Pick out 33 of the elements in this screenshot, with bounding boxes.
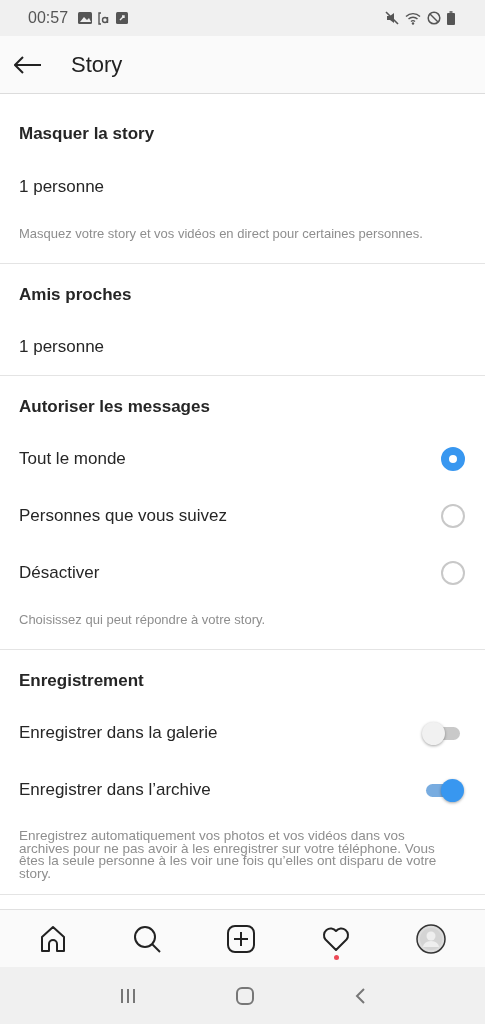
page-title: Story — [71, 51, 123, 78]
option-label: Tout le monde — [19, 448, 126, 469]
section-title: Autoriser les messages — [18, 396, 211, 418]
heart-icon[interactable] — [321, 925, 350, 952]
home-button-icon[interactable] — [235, 985, 256, 1006]
blocked-icon — [427, 11, 441, 25]
home-icon[interactable] — [39, 924, 68, 953]
help-text: Enregistrez automatiquement vos photos et vos vidéos dans vos archives pour ne pas avoir à les enregistrer sur votre téléphone. Vous êtes la seule personne à les voir une fois qu’elles ont disparu de votre story. — [18, 827, 438, 883]
mute-icon — [385, 11, 399, 25]
section-title: Amis proches — [18, 284, 133, 306]
image-icon — [78, 12, 93, 24]
profile-avatar[interactable] — [415, 923, 446, 954]
radio-button[interactable] — [441, 446, 465, 471]
back-icon[interactable] — [353, 986, 366, 1005]
option-label: Désactiver — [19, 562, 100, 583]
section-title: Enregistrement — [18, 670, 145, 692]
help-text: Choisissez qui peut répondre à votre story. — [18, 611, 267, 629]
radio-button[interactable] — [441, 503, 465, 528]
recent-apps-icon[interactable] — [119, 987, 138, 1004]
section-title: Masquer la story — [18, 123, 156, 145]
radio-button[interactable] — [441, 560, 465, 585]
wifi-icon — [405, 11, 421, 25]
option-label: Enregistrer dans la galerie — [19, 722, 218, 743]
option-label: Enregistrer dans l’archive — [19, 779, 211, 800]
battery-icon — [447, 11, 455, 25]
help-text: Masquez votre story et vos vidéos en direct pour certaines personnes. — [18, 225, 424, 243]
add-post-icon[interactable] — [227, 924, 256, 953]
search-icon[interactable] — [133, 924, 162, 953]
app-icon — [116, 12, 129, 24]
setting-row[interactable]: 1 personne — [0, 318, 485, 375]
option-label: Personnes que vous suivez — [19, 505, 227, 526]
clock: 00:57 — [28, 9, 69, 27]
setting-row[interactable]: 1 personne — [0, 158, 485, 215]
